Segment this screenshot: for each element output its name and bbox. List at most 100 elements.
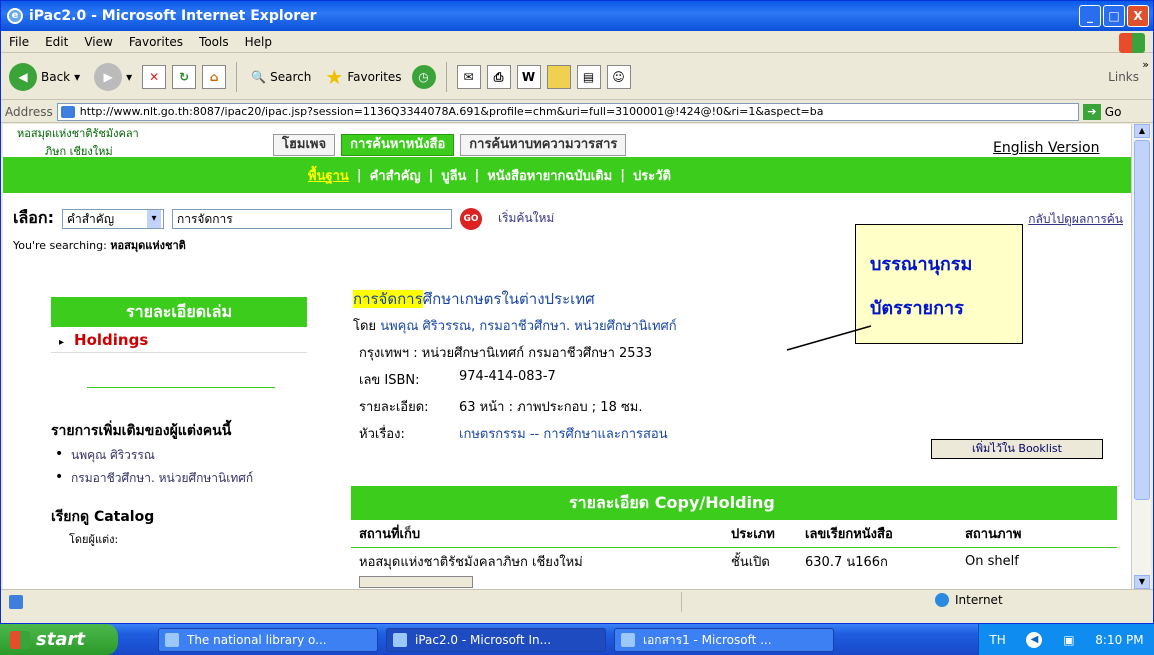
back-to-results-link[interactable]: กลับไปดูผลการค้น: [1028, 210, 1123, 229]
vertical-scrollbar[interactable]: ▲ ▼: [1131, 124, 1151, 589]
toolbar: ◀ Back ▾ ▶ ▾ ✕ ↻ ⌂ 🔍 Search ★ Favorites …: [1, 54, 1153, 100]
menu-help[interactable]: Help: [245, 35, 272, 49]
callout-arrow: [786, 325, 872, 351]
toolbar-separator: [445, 61, 447, 92]
refresh-icon[interactable]: ↻: [172, 64, 197, 89]
forward-arrow-icon: ▶: [94, 62, 123, 91]
print-icon[interactable]: ⎙: [486, 64, 511, 89]
history-icon[interactable]: ◷: [411, 64, 436, 89]
menu-bar: File Edit View Favorites Tools Help: [1, 31, 1153, 53]
search-type-nav: พื้นฐาน | คำสำคัญ | บูลีน | หนังสือหายาก…: [3, 157, 1131, 193]
home-icon[interactable]: ⌂: [202, 64, 227, 89]
search-go-button[interactable]: GO: [459, 207, 482, 230]
scroll-down-icon[interactable]: ▼: [1134, 575, 1150, 589]
by-author-label: โดยผู้แต่ง:: [69, 533, 119, 546]
go-button[interactable]: ➔ Go: [1082, 103, 1121, 120]
menu-view[interactable]: View: [84, 35, 112, 49]
scroll-thumb[interactable]: [1134, 140, 1150, 500]
author-link[interactable]: กรมอาชีวศึกษา. หน่วยศึกษานิเทศก์: [51, 469, 307, 488]
status-panels: [681, 592, 931, 612]
menu-edit[interactable]: Edit: [45, 35, 68, 49]
mail-icon[interactable]: ✉: [456, 64, 481, 89]
back-button[interactable]: ◀ Back ▾: [5, 62, 84, 91]
ie-icon: e: [7, 8, 23, 24]
table-row: หอสมุดแห่งชาติรัชมังคลาภิษก เชียงใหม่ ชั…: [359, 553, 1019, 570]
menu-file[interactable]: File: [9, 35, 29, 49]
back-arrow-icon: ◀: [9, 62, 37, 91]
toolbar-overflow[interactable]: »: [1142, 58, 1149, 71]
browse-catalog-heading: เรียกดู Catalog: [51, 509, 155, 525]
search-input[interactable]: การจัดการ: [171, 208, 452, 229]
favorites-button[interactable]: ★ Favorites: [321, 65, 405, 89]
holdings-link[interactable]: Holdings: [51, 331, 307, 353]
taskbar-item[interactable]: The national library o...: [158, 627, 378, 652]
tab-book-search[interactable]: การค้นหาหนังสือ: [341, 134, 455, 156]
edit-icon[interactable]: W: [516, 64, 541, 89]
search-button[interactable]: 🔍 Search: [247, 70, 315, 84]
forward-button[interactable]: ▶ ▾: [90, 62, 136, 91]
copy-holding-table: สถานที่เก็บ ประเภท เลขเรียกหนังสือ สถานภ…: [351, 520, 1117, 588]
nav-keyword[interactable]: คำสำคัญ: [370, 165, 421, 186]
record-isbn: เลข ISBN: 974-414-083-7: [359, 369, 556, 388]
security-zone: Internet: [935, 593, 1003, 607]
library-name: หอสมุดแห่งชาติรัชมังคลา ภิษก เชียงใหม่: [17, 127, 139, 158]
status-bar: Internet: [1, 589, 1153, 613]
table-header-row: สถานที่เก็บ ประเภท เลขเรียกหนังสือ สถานภ…: [351, 520, 1117, 548]
add-to-booklist-button[interactable]: เพิ่มไว้ใน Booklist: [931, 439, 1103, 459]
maximize-button[interactable]: □: [1103, 5, 1125, 27]
address-input[interactable]: http://www.nlt.go.th:8087/ipac20/ipac.js…: [56, 102, 1079, 121]
nav-basic[interactable]: พื้นฐาน: [308, 165, 349, 186]
select-label: เลือก:: [13, 208, 54, 227]
windows-logo-icon: [10, 630, 30, 649]
windows-logo-icon: [1119, 33, 1145, 53]
network-icon: ▣: [1063, 632, 1075, 647]
item-details-header: รายละเอียดเล่ม: [51, 297, 307, 327]
folder-icon[interactable]: [546, 64, 571, 89]
language-indicator[interactable]: TH: [989, 633, 1005, 647]
tab-journal-search[interactable]: การค้นหาบทความวารสาร: [460, 134, 627, 156]
globe-icon: [935, 593, 949, 607]
more-by-author-heading: รายการเพิ่มเติมของผู้แต่งคนนี้: [51, 423, 232, 439]
scroll-up-icon[interactable]: ▲: [1134, 124, 1150, 138]
record-publisher: กรุงเทพฯ : หน่วยศึกษานิเทศก์ กรมอาชีวศึก…: [359, 346, 653, 361]
nav-rare-books[interactable]: หนังสือหายากฉบับเดิม: [487, 165, 612, 186]
address-bar: Address http://www.nlt.go.th:8087/ipac20…: [1, 101, 1153, 123]
clock: 8:10 PM: [1095, 632, 1144, 647]
go-arrow-icon: ➔: [1082, 103, 1101, 120]
searching-scope: You're searching: หอสมุดแห่งชาติ: [13, 239, 186, 252]
links-button[interactable]: Links: [1108, 70, 1139, 84]
title-bar: e iPac2.0 - Microsoft Internet Explorer …: [1, 1, 1153, 31]
address-label: Address: [5, 104, 53, 119]
taskbar-item[interactable]: เอกสาร1 - Microsoft ...: [614, 627, 834, 652]
window-title: iPac2.0 - Microsoft Internet Explorer: [29, 8, 317, 24]
menu-tools[interactable]: Tools: [199, 35, 229, 49]
toolbar-separator: [236, 61, 238, 92]
messenger-icon[interactable]: ☺: [606, 64, 631, 89]
menu-favorites[interactable]: Favorites: [129, 35, 183, 49]
nav-boolean[interactable]: บูลีน: [441, 165, 466, 186]
research-icon[interactable]: ▤: [576, 64, 601, 89]
record-description: รายละเอียด: 63 หน้า : ภาพประกอบ ; 18 ซม.: [359, 400, 643, 415]
site-header: หอสมุดแห่งชาติรัชมังคลา ภิษก เชียงใหม่ โ…: [3, 124, 1131, 158]
author-link[interactable]: นพคุณ ศิริวรรณ: [51, 446, 307, 465]
stop-icon[interactable]: ✕: [142, 64, 167, 89]
nav-history[interactable]: ประวัติ: [633, 165, 671, 186]
partial-button[interactable]: [359, 576, 473, 588]
divider: [87, 387, 275, 388]
english-version-link[interactable]: English Version: [993, 140, 1099, 156]
tray-expand-icon[interactable]: ◀: [1026, 631, 1043, 648]
minimize-button[interactable]: _: [1079, 5, 1101, 27]
copy-holding-header: รายละเอียด Copy/Holding: [351, 486, 1117, 520]
star-icon: ★: [325, 64, 344, 89]
tab-home[interactable]: โฮมเพจ: [273, 134, 336, 156]
page-icon: [9, 594, 23, 609]
start-button[interactable]: start: [0, 624, 118, 655]
magnifier-icon: 🔍: [251, 69, 267, 84]
new-search-link[interactable]: เริ่มค้นใหม่: [498, 209, 554, 228]
ie-window: e iPac2.0 - Microsoft Internet Explorer …: [0, 0, 1154, 624]
taskbar: start The national library o... iPac2.0 …: [0, 624, 1154, 655]
left-panel: รายละเอียดเล่ม Holdings รายการเพิ่มเติมข…: [51, 297, 307, 548]
search-type-select[interactable]: คำสำคัญ: [61, 208, 164, 229]
close-button[interactable]: X: [1127, 5, 1149, 27]
taskbar-item[interactable]: iPac2.0 - Microsoft In...: [386, 627, 606, 652]
